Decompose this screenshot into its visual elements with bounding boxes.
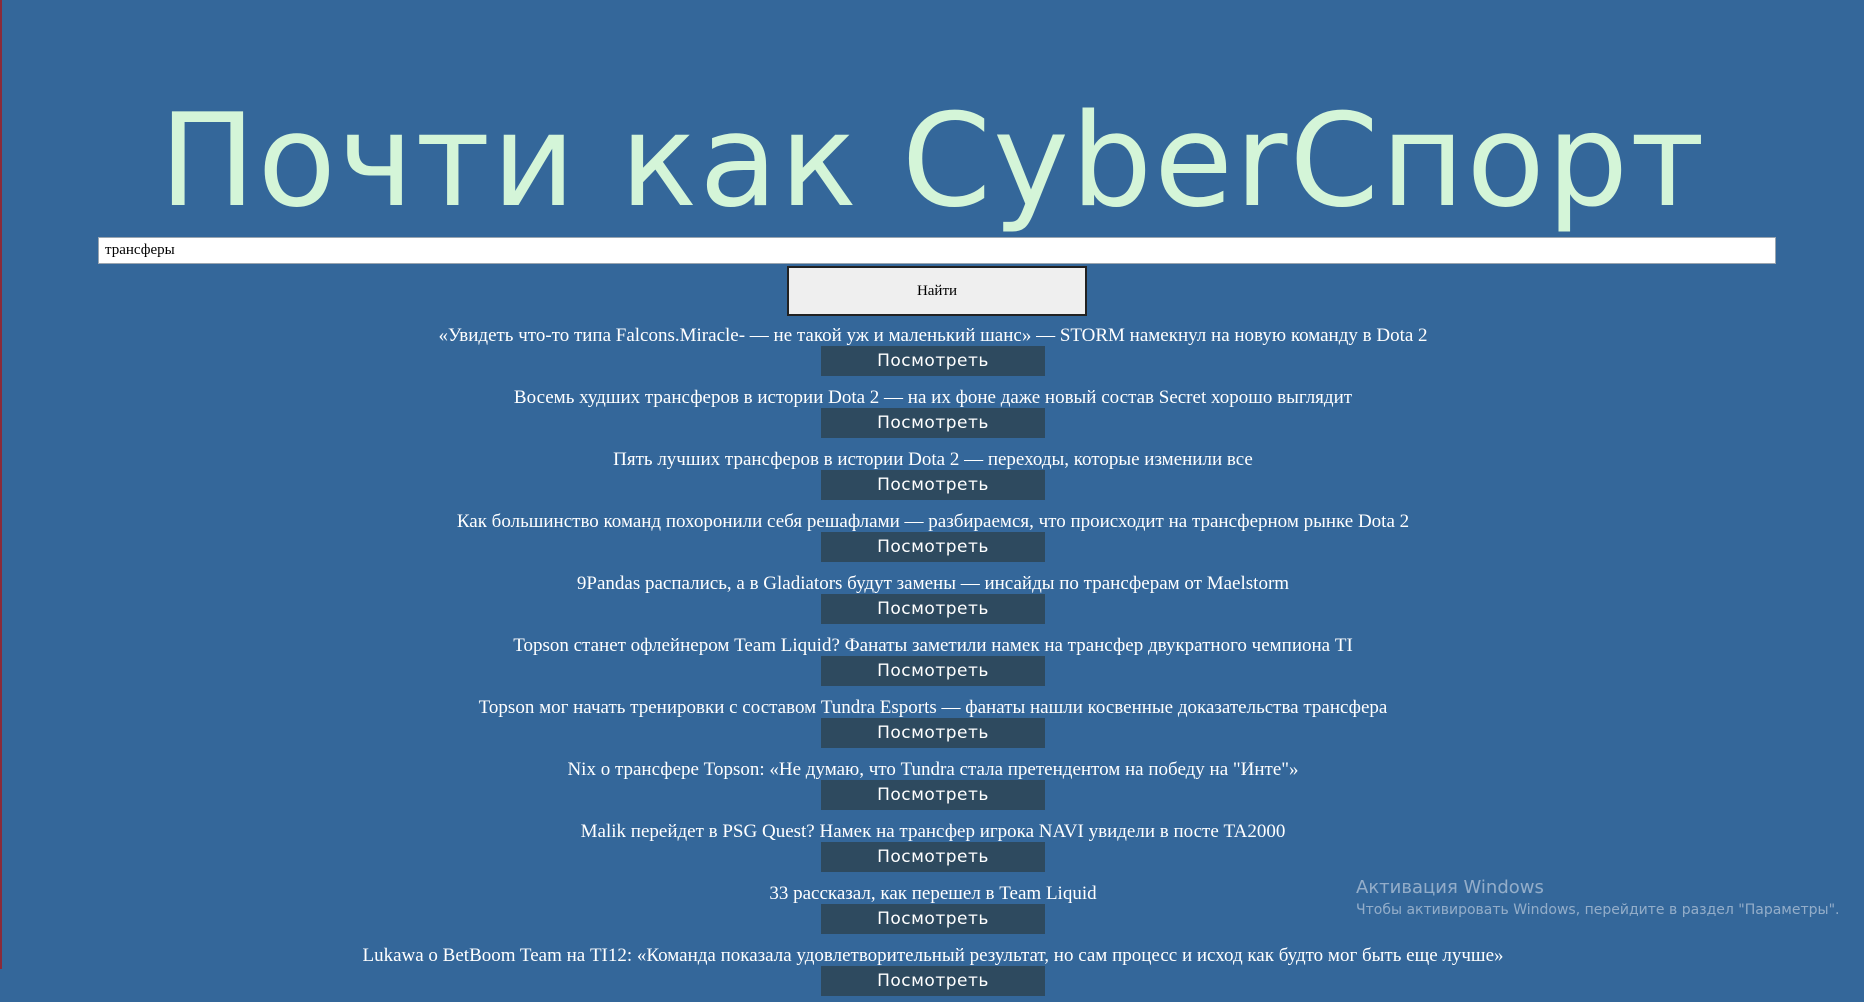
result-item: Topson станет офлейнером Team Liquid? Фа… (2, 630, 1864, 692)
result-item: «Увидеть что-то типа Falcons.Miracle- — … (2, 320, 1864, 382)
page: Почти как CyberСпорт Найти «Увидеть что-… (2, 0, 1864, 996)
result-title: Восемь худших трансферов в истории Dota … (513, 387, 1353, 408)
result-title: Topson станет офлейнером Team Liquid? Фа… (513, 635, 1353, 656)
result-item: Пять лучших трансферов в истории Dota 2 … (2, 444, 1864, 506)
result-title: «Увидеть что-то типа Falcons.Miracle- — … (438, 325, 1428, 346)
windows-activation-watermark: Активация Windows Чтобы активировать Win… (1356, 876, 1839, 920)
watermark-title: Активация Windows (1356, 877, 1544, 898)
result-item: Malik перейдет в PSG Quest? Намек на тра… (2, 816, 1864, 878)
result-title: Пять лучших трансферов в истории Dota 2 … (613, 449, 1253, 470)
result-title: Как большинство команд похоронили себя р… (456, 511, 1410, 532)
site-title: Почти как CyberСпорт (159, 87, 1707, 236)
result-title: Topson мог начать тренировки с составом … (478, 697, 1388, 718)
search-input[interactable] (98, 237, 1776, 264)
result-item: Lukawa о BetBoom Team на TI12: «Команда … (2, 940, 1864, 1002)
result-item: Nix о трансфере Topson: «Не думаю, что T… (2, 754, 1864, 816)
result-title: 9Pandas распались, а в Gladiators будут … (576, 573, 1290, 594)
search-button[interactable]: Найти (787, 266, 1087, 316)
watermark-text: Чтобы активировать Windows, перейдите в … (1356, 902, 1840, 918)
result-title: Nix о трансфере Topson: «Не думаю, что T… (567, 759, 1299, 780)
result-title: Malik перейдет в PSG Quest? Намек на тра… (580, 821, 1286, 842)
result-item: 9Pandas распались, а в Gladiators будут … (2, 568, 1864, 630)
result-item: Восемь худших трансферов в истории Dota … (2, 382, 1864, 444)
result-title: Lukawa о BetBoom Team на TI12: «Команда … (362, 945, 1504, 966)
result-item: Как большинство команд похоронили себя р… (2, 506, 1864, 568)
result-item: Topson мог начать тренировки с составом … (2, 692, 1864, 754)
